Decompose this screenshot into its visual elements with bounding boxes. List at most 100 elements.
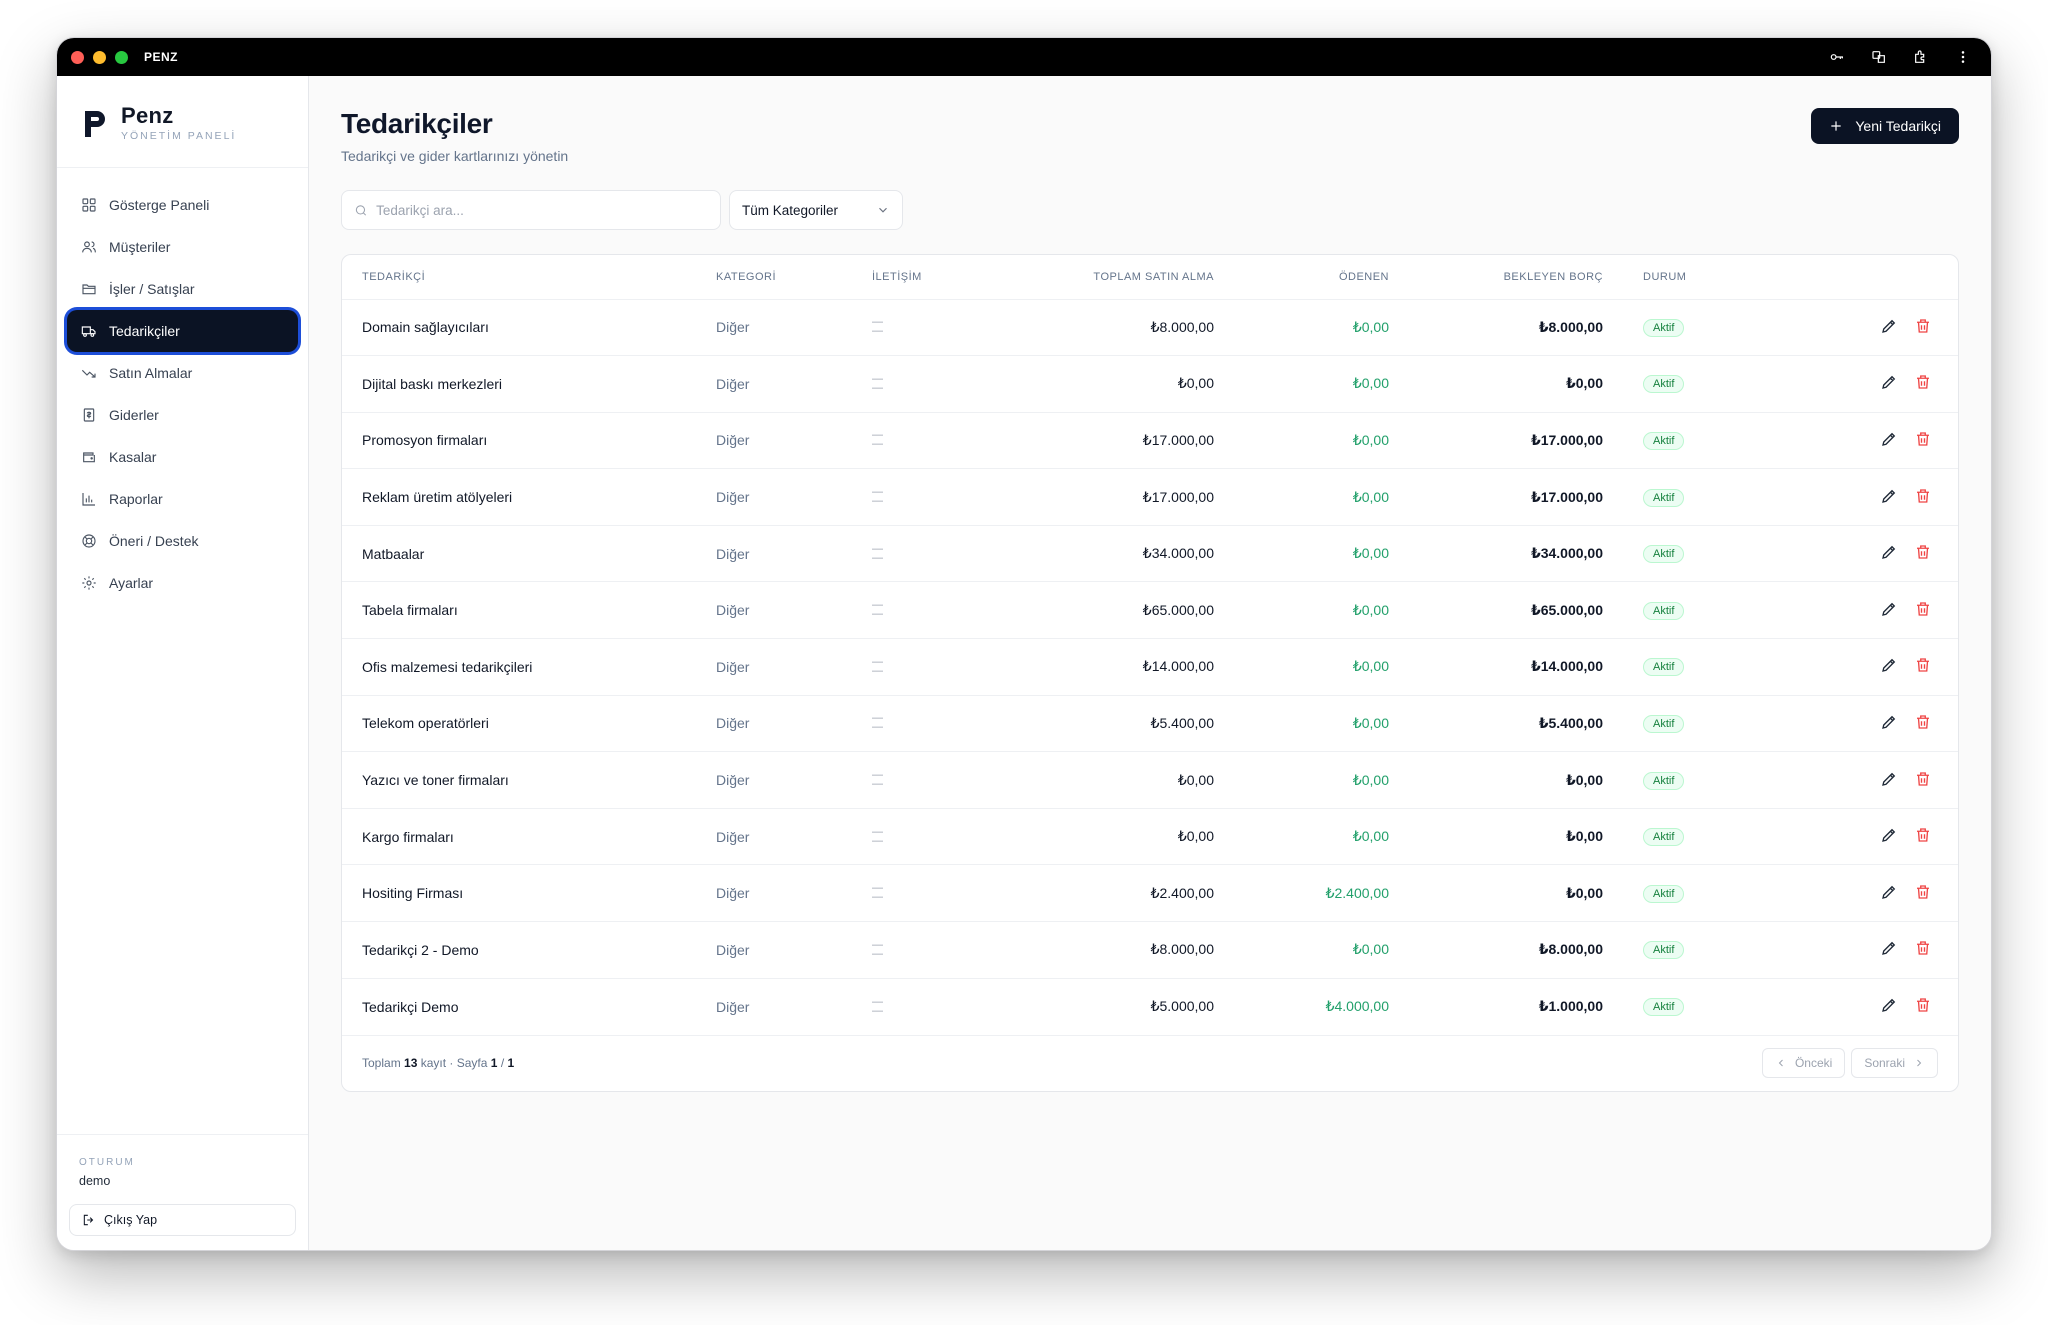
table-row[interactable]: Tedarikçi 2 - Demo Diğer — — ₺8.000,00 ₺0,00… <box>342 921 1958 979</box>
supplier-name: Tabela firmaları <box>342 581 696 639</box>
trash-icon[interactable] <box>1914 600 1932 621</box>
actions-cell <box>1753 864 1958 922</box>
close-window-button[interactable] <box>71 50 84 64</box>
supplier-category: Diğer <box>696 694 852 752</box>
edit-icon[interactable] <box>1880 826 1898 847</box>
trash-icon[interactable] <box>1914 826 1932 847</box>
edit-icon[interactable] <box>1880 939 1898 960</box>
trash-icon[interactable] <box>1914 770 1932 791</box>
table-row[interactable]: Reklam üretim atölyeleri Diğer — — ₺17.000,… <box>342 468 1958 526</box>
edit-icon[interactable] <box>1880 317 1898 338</box>
table-row[interactable]: Ofis malzemesi tedarikçileri Diğer — — ₺14.… <box>342 638 1958 696</box>
table-row[interactable]: Yazıcı ve toner firmaları Diğer — — ₺0,00 ₺0… <box>342 751 1958 809</box>
trash-icon[interactable] <box>1914 883 1932 904</box>
trash-icon[interactable] <box>1914 317 1932 338</box>
sidebar-item-settings[interactable]: Ayarlar <box>67 562 298 604</box>
logout-button[interactable]: Çıkış Yap <box>69 1204 296 1236</box>
edit-icon[interactable] <box>1880 770 1898 791</box>
trash-icon[interactable] <box>1914 373 1932 394</box>
table-row[interactable]: Dijital baskı merkezleri Diğer — — ₺0,00 ₺0,… <box>342 355 1958 413</box>
actions-cell <box>1753 468 1958 526</box>
chevron-right-icon <box>1917 1059 1922 1067</box>
app-window: PENZ Penz YÖNETİM PANELİ Gösterge Paneli… <box>56 37 1992 1251</box>
sidebar-item-label: Müşteriler <box>109 239 171 255</box>
supplier-pending-debt: ₺1.000,00 <box>1389 977 1603 1035</box>
trash-icon[interactable] <box>1914 543 1932 564</box>
edit-icon[interactable] <box>1880 543 1898 564</box>
sidebar-item-label: Gösterge Paneli <box>109 197 210 213</box>
status-cell: Aktif <box>1603 638 1753 696</box>
edit-icon[interactable] <box>1880 656 1898 677</box>
edit-icon[interactable] <box>1880 883 1898 904</box>
trash-icon[interactable] <box>1914 487 1932 508</box>
supplier-contact: — — <box>852 864 992 922</box>
plus-icon <box>1831 121 1842 131</box>
table-row[interactable]: Kargo firmaları Diğer — — ₺0,00 ₺0,00 ₺0,00 Ak… <box>342 807 1958 865</box>
sidebar-item-dashboard[interactable]: Gösterge Paneli <box>67 184 298 226</box>
search-input[interactable] <box>376 202 708 218</box>
chevron-left-icon <box>1778 1059 1783 1067</box>
translate-icon[interactable] <box>1871 49 1887 65</box>
edit-icon[interactable] <box>1880 996 1898 1017</box>
session-label: OTURUM <box>79 1157 135 1168</box>
sidebar-item-support[interactable]: Öneri / Destek <box>67 520 298 562</box>
table-row[interactable]: Promosyon firmaları Diğer — — ₺17.000,00 ₺0,… <box>342 411 1958 469</box>
edit-icon[interactable] <box>1880 713 1898 734</box>
search-box[interactable] <box>341 190 721 230</box>
trash-icon[interactable] <box>1914 430 1932 451</box>
next-label: Sonraki <box>1864 1056 1905 1071</box>
next-page-button[interactable]: Sonraki <box>1851 1048 1938 1079</box>
table-row[interactable]: Domain sağlayıcıları Diğer — — ₺8.000,00 ₺0,… <box>342 298 1958 356</box>
sidebar-item-reports[interactable]: Raporlar <box>67 478 298 520</box>
table-row[interactable]: Hositing Firması Diğer — — ₺2.400,00 ₺2.400,… <box>342 864 1958 922</box>
brand[interactable]: Penz YÖNETİM PANELİ <box>57 76 308 168</box>
supplier-paid: ₺0,00 <box>1214 694 1389 752</box>
edit-icon[interactable] <box>1880 600 1898 621</box>
supplier-total-purchase: ₺5.000,00 <box>992 977 1214 1035</box>
supplier-total-purchase: ₺65.000,00 <box>992 581 1214 639</box>
maximize-window-button[interactable] <box>115 50 128 64</box>
trash-icon[interactable] <box>1914 996 1932 1017</box>
supplier-paid: ₺0,00 <box>1214 355 1389 413</box>
sidebar-item-label: Raporlar <box>109 491 163 507</box>
total-prefix: Toplam <box>362 1056 401 1071</box>
previous-page-button[interactable]: Önceki <box>1761 1048 1846 1079</box>
trash-icon[interactable] <box>1914 656 1932 677</box>
table-row[interactable]: Tabela firmaları Diğer — — ₺65.000,00 ₺0,00 ₺… <box>342 581 1958 639</box>
key-icon[interactable] <box>1829 49 1845 65</box>
supplier-contact: — — <box>852 807 992 865</box>
trash-icon[interactable] <box>1914 713 1932 734</box>
minimize-window-button[interactable] <box>93 50 106 64</box>
more-vertical-icon[interactable] <box>1955 49 1971 65</box>
table-row[interactable]: Matbaalar Diğer — — ₺34.000,00 ₺0,00 ₺34.000,… <box>342 524 1958 582</box>
actions-cell <box>1753 977 1958 1035</box>
edit-icon[interactable] <box>1880 487 1898 508</box>
status-cell: Aktif <box>1603 298 1753 356</box>
sidebar-item-sales[interactable]: İşler / Satışlar <box>67 268 298 310</box>
supplier-total-purchase: ₺0,00 <box>992 355 1214 413</box>
extensions-icon[interactable] <box>1913 49 1929 65</box>
sidebar-item-cashboxes[interactable]: Kasalar <box>67 436 298 478</box>
trash-icon[interactable] <box>1914 939 1932 960</box>
gear-icon <box>82 576 96 590</box>
penz-logo-icon <box>85 110 105 137</box>
supplier-contact: — — <box>852 638 992 696</box>
supplier-category: Diğer <box>696 921 852 979</box>
table-row[interactable]: Tedarikçi Demo Diğer — — ₺5.000,00 ₺4.000,00… <box>342 977 1958 1035</box>
supplier-paid: ₺0,00 <box>1214 298 1389 356</box>
supplier-paid: ₺0,00 <box>1214 468 1389 526</box>
supplier-paid: ₺0,00 <box>1214 581 1389 639</box>
sidebar-item-expenses[interactable]: Giderler <box>67 394 298 436</box>
new-supplier-button[interactable]: Yeni Tedarikçi <box>1811 108 1959 144</box>
sidebar-nav: Gösterge Paneli Müşteriler İşler / Satış… <box>57 168 308 620</box>
column-header-total: TOPLAM SATIN ALMA <box>1093 270 1214 283</box>
sidebar-item-customers[interactable]: Müşteriler <box>67 226 298 268</box>
sidebar-item-suppliers[interactable]: Tedarikçiler <box>67 310 298 352</box>
previous-label: Önceki <box>1794 1056 1833 1071</box>
edit-icon[interactable] <box>1880 373 1898 394</box>
sidebar-item-purchases[interactable]: Satın Almalar <box>67 352 298 394</box>
category-select[interactable]: Tüm Kategoriler <box>729 190 903 230</box>
edit-icon[interactable] <box>1880 430 1898 451</box>
table-row[interactable]: Telekom operatörleri Diğer — — ₺5.400,00 ₺0,… <box>342 694 1958 752</box>
supplier-contact: — — <box>852 694 992 752</box>
